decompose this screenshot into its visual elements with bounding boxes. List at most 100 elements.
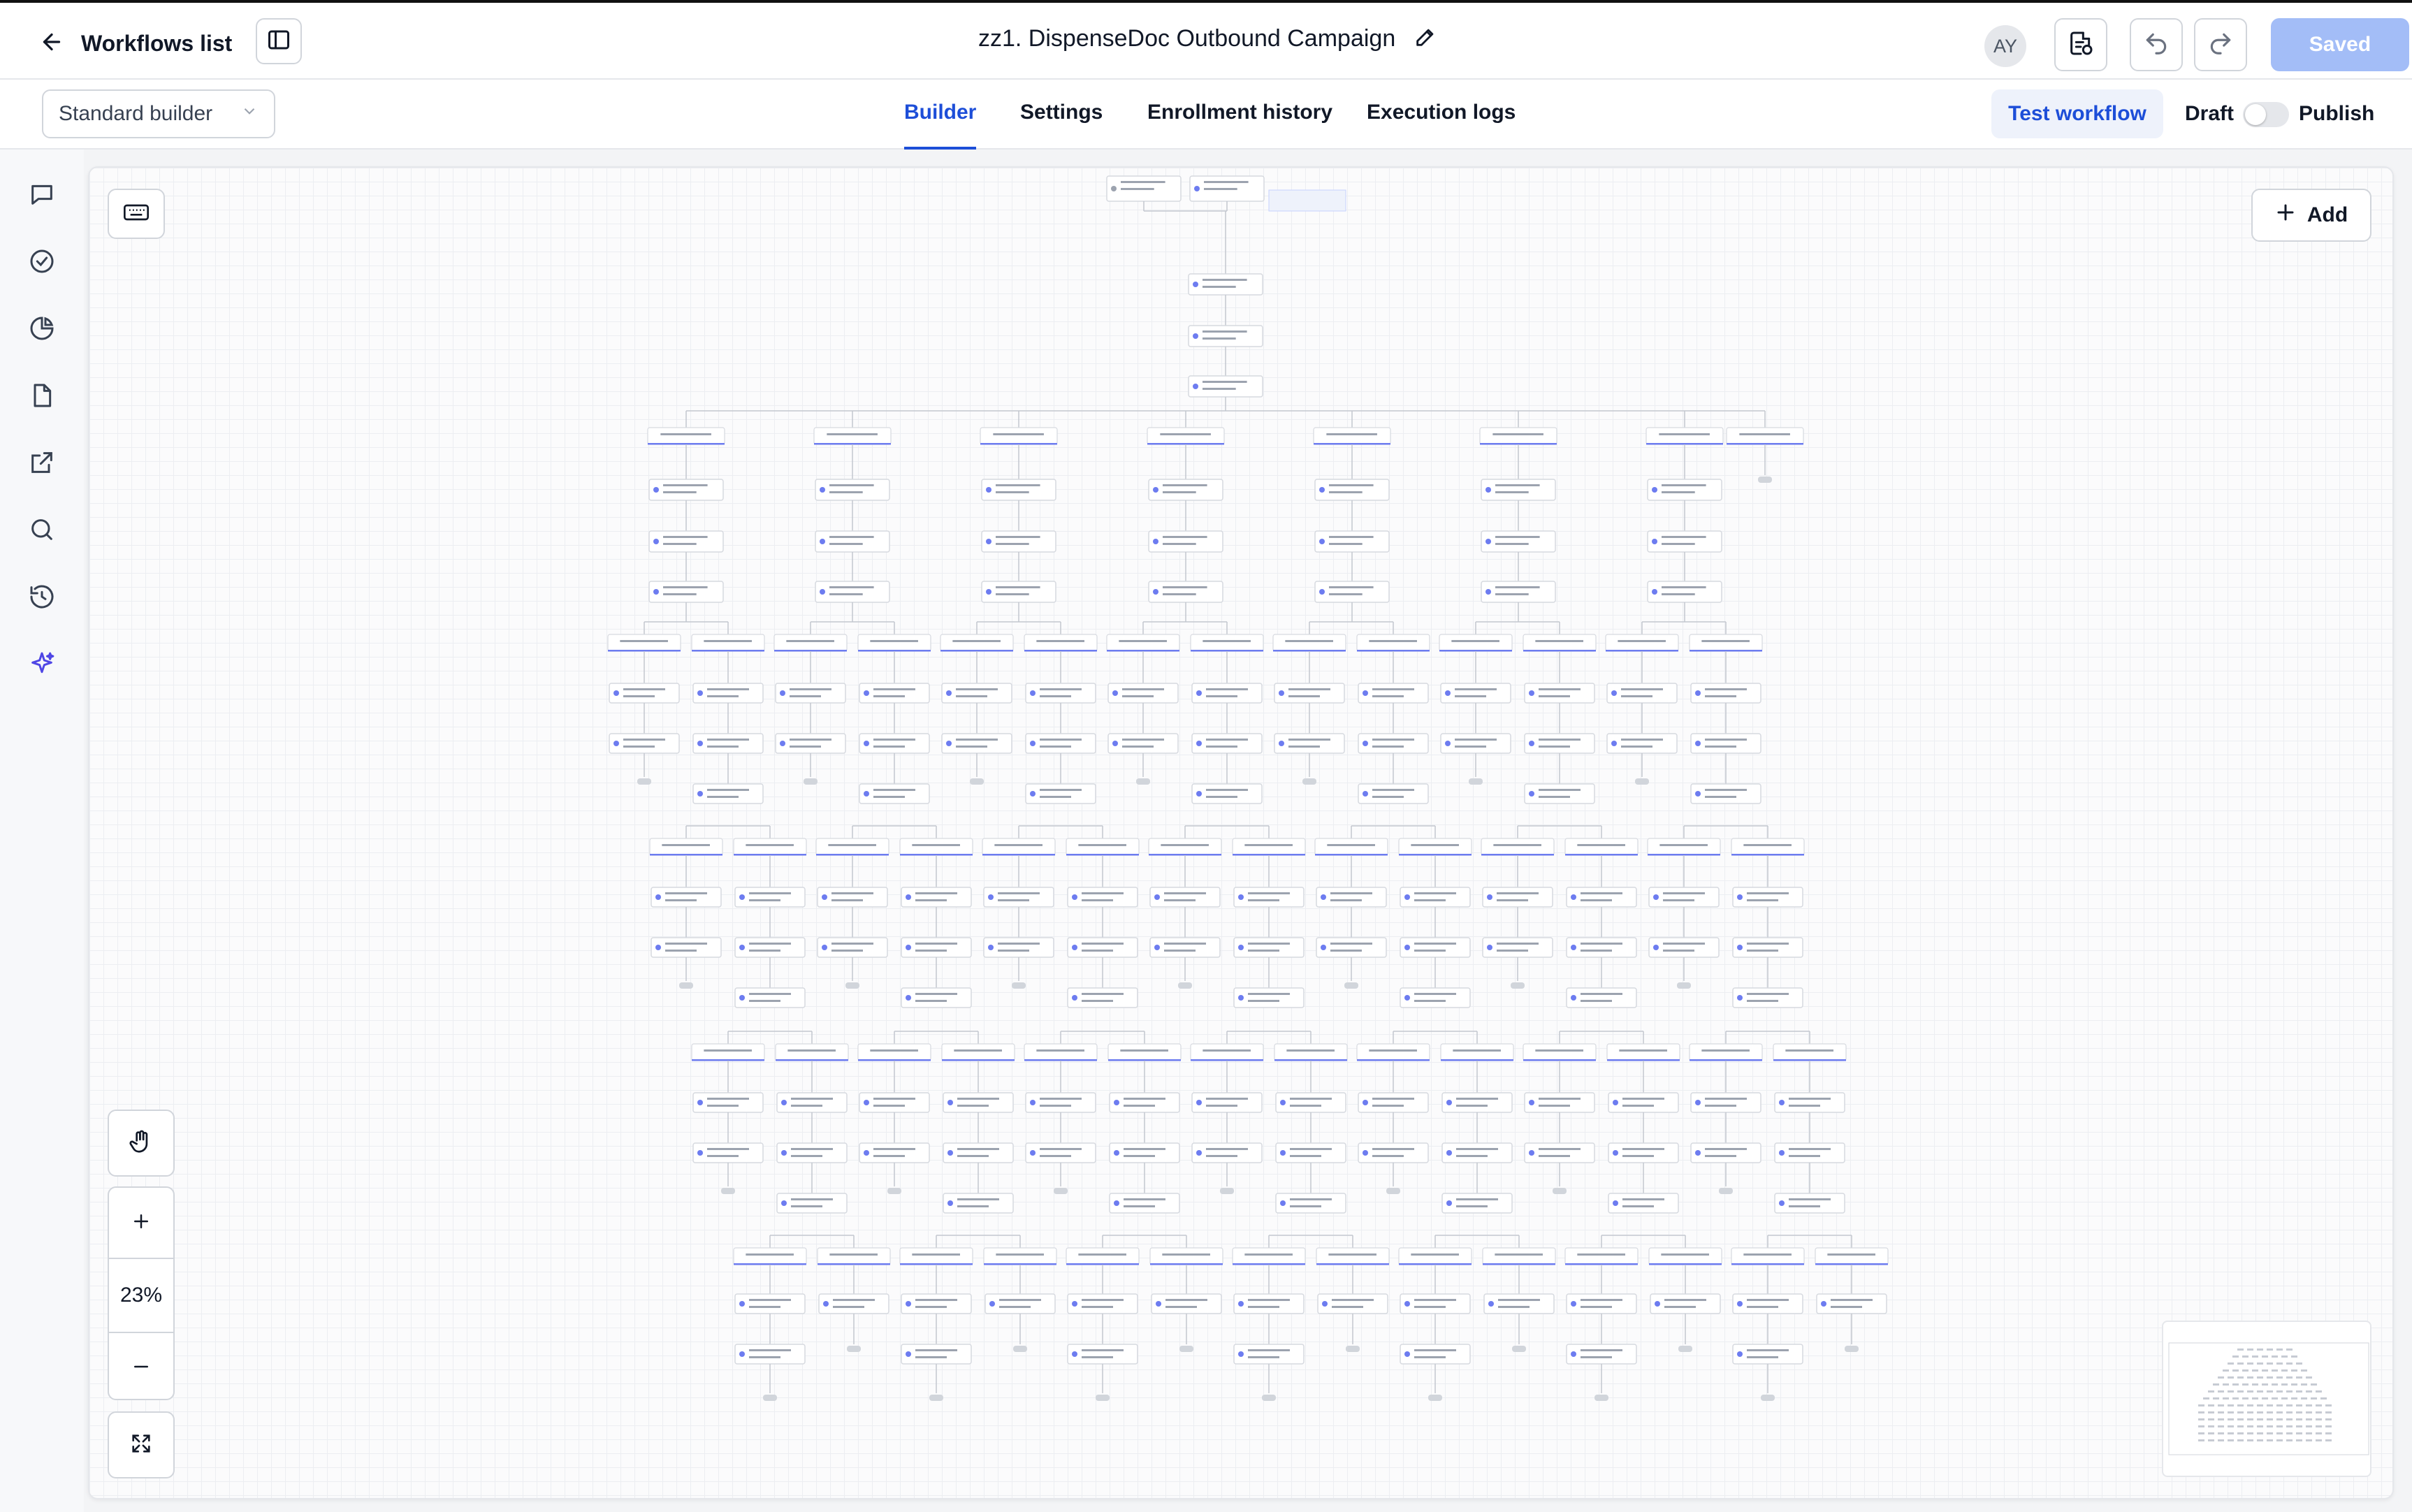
workflow-node[interactable]: [1317, 1293, 1388, 1314]
workflow-node[interactable]: [1067, 1344, 1138, 1365]
branch-node[interactable]: [1689, 634, 1763, 652]
branch-node[interactable]: [1316, 1247, 1390, 1265]
workflow-node[interactable]: [1524, 1092, 1595, 1113]
workflow-node[interactable]: [692, 783, 764, 804]
branch-node[interactable]: [813, 427, 892, 445]
workflow-node[interactable]: [1524, 1142, 1595, 1163]
workflow-node[interactable]: [941, 733, 1012, 754]
workflow-node[interactable]: [1233, 987, 1305, 1008]
workflow-node[interactable]: [1481, 581, 1556, 603]
branch-node[interactable]: [1190, 1043, 1264, 1061]
branch-node[interactable]: [691, 634, 765, 652]
workflow-node[interactable]: [1148, 479, 1223, 501]
workflow-node[interactable]: [901, 1344, 972, 1365]
workflow-node[interactable]: [1067, 1293, 1138, 1314]
branch-node[interactable]: [1440, 1043, 1514, 1061]
branch-node[interactable]: [1066, 838, 1140, 856]
workflow-node[interactable]: [1690, 1092, 1761, 1113]
workflow-node[interactable]: [1481, 530, 1556, 553]
zoom-in-button[interactable]: [109, 1188, 173, 1258]
workflow-node[interactable]: [981, 581, 1056, 603]
branch-node[interactable]: [607, 634, 681, 652]
workflow-node[interactable]: [943, 1092, 1014, 1113]
workflow-node[interactable]: [901, 987, 972, 1008]
workflow-node[interactable]: [1647, 479, 1722, 501]
workflow-node[interactable]: [1233, 1344, 1305, 1365]
branch-node[interactable]: [857, 1043, 931, 1061]
workflow-node[interactable]: [734, 987, 806, 1008]
workflow-node[interactable]: [981, 530, 1056, 553]
workflow-node[interactable]: [648, 581, 724, 603]
workflow-node[interactable]: [1483, 1293, 1555, 1314]
workflow-node[interactable]: [1606, 733, 1678, 754]
branch-node[interactable]: [1232, 838, 1306, 856]
branch-node[interactable]: [1606, 1043, 1680, 1061]
workflow-node[interactable]: [1816, 1293, 1887, 1314]
workflow-node[interactable]: [1358, 783, 1429, 804]
workflow-node[interactable]: [692, 683, 764, 704]
branch-node[interactable]: [1106, 634, 1180, 652]
workflow-node[interactable]: [1608, 1092, 1679, 1113]
workflow-node[interactable]: [1566, 987, 1637, 1008]
workflow-node[interactable]: [1025, 1142, 1096, 1163]
branch-node[interactable]: [817, 1247, 891, 1265]
workflow-node[interactable]: [1191, 1142, 1263, 1163]
workflow-node[interactable]: [1774, 1142, 1845, 1163]
branch-node[interactable]: [1190, 634, 1264, 652]
branch-node[interactable]: [982, 838, 1056, 856]
workflow-node[interactable]: [1358, 733, 1429, 754]
workflow-node[interactable]: [1608, 1142, 1679, 1163]
workflow-node[interactable]: [609, 683, 680, 704]
workflow-node[interactable]: [1025, 683, 1096, 704]
branch-node[interactable]: [649, 838, 723, 856]
branch-node[interactable]: [1274, 1043, 1348, 1061]
branch-node[interactable]: [899, 838, 973, 856]
workflow-node[interactable]: [901, 937, 972, 958]
workflow-node[interactable]: [1566, 937, 1637, 958]
branch-node[interactable]: [983, 1247, 1057, 1265]
workflow-node[interactable]: [983, 937, 1054, 958]
workflow-node[interactable]: [1025, 783, 1096, 804]
workflow-node[interactable]: [1606, 683, 1678, 704]
branch-node[interactable]: [1439, 634, 1513, 652]
branch-node[interactable]: [1147, 427, 1225, 445]
workflow-node[interactable]: [1482, 887, 1553, 908]
workflow-node[interactable]: [1188, 273, 1263, 296]
workflow-node[interactable]: [859, 683, 930, 704]
workflow-node[interactable]: [815, 479, 890, 501]
workflow-node[interactable]: [859, 1142, 930, 1163]
workflow-node[interactable]: [901, 887, 972, 908]
workflow-node[interactable]: [1109, 1193, 1180, 1214]
workflow-node[interactable]: [1648, 887, 1720, 908]
branch-node[interactable]: [1313, 427, 1391, 445]
workflow-node[interactable]: [1732, 1344, 1803, 1365]
workflow-node[interactable]: [1648, 937, 1720, 958]
workflow-node[interactable]: [1608, 1193, 1679, 1214]
workflow-node[interactable]: [1690, 733, 1761, 754]
branch-node[interactable]: [980, 427, 1058, 445]
branch-node[interactable]: [1148, 838, 1222, 856]
workflow-node[interactable]: [817, 937, 888, 958]
workflow-node[interactable]: [1067, 937, 1138, 958]
workflow-node[interactable]: [1566, 1293, 1637, 1314]
workflow-node[interactable]: [985, 1293, 1056, 1314]
workflow-node[interactable]: [692, 1092, 764, 1113]
workflow-node[interactable]: [901, 1293, 972, 1314]
workflow-node[interactable]: [1647, 530, 1722, 553]
branch-node[interactable]: [733, 838, 807, 856]
workflow-node[interactable]: [1233, 1293, 1305, 1314]
branch-node[interactable]: [1107, 1043, 1182, 1061]
workflow-node[interactable]: [817, 887, 888, 908]
branch-node[interactable]: [1024, 1043, 1098, 1061]
workflow-node[interactable]: [1316, 887, 1387, 908]
branch-node[interactable]: [857, 634, 931, 652]
workflow-node[interactable]: [1149, 887, 1221, 908]
workflow-node[interactable]: [1358, 683, 1429, 704]
keyboard-shortcuts-button[interactable]: [108, 189, 165, 239]
zoom-out-button[interactable]: [109, 1333, 173, 1403]
workflow-node[interactable]: [1233, 887, 1305, 908]
workflow-node[interactable]: [1566, 887, 1637, 908]
branch-node[interactable]: [1523, 1043, 1597, 1061]
pan-tool-button[interactable]: [108, 1110, 175, 1177]
branch-node[interactable]: [941, 1043, 1015, 1061]
